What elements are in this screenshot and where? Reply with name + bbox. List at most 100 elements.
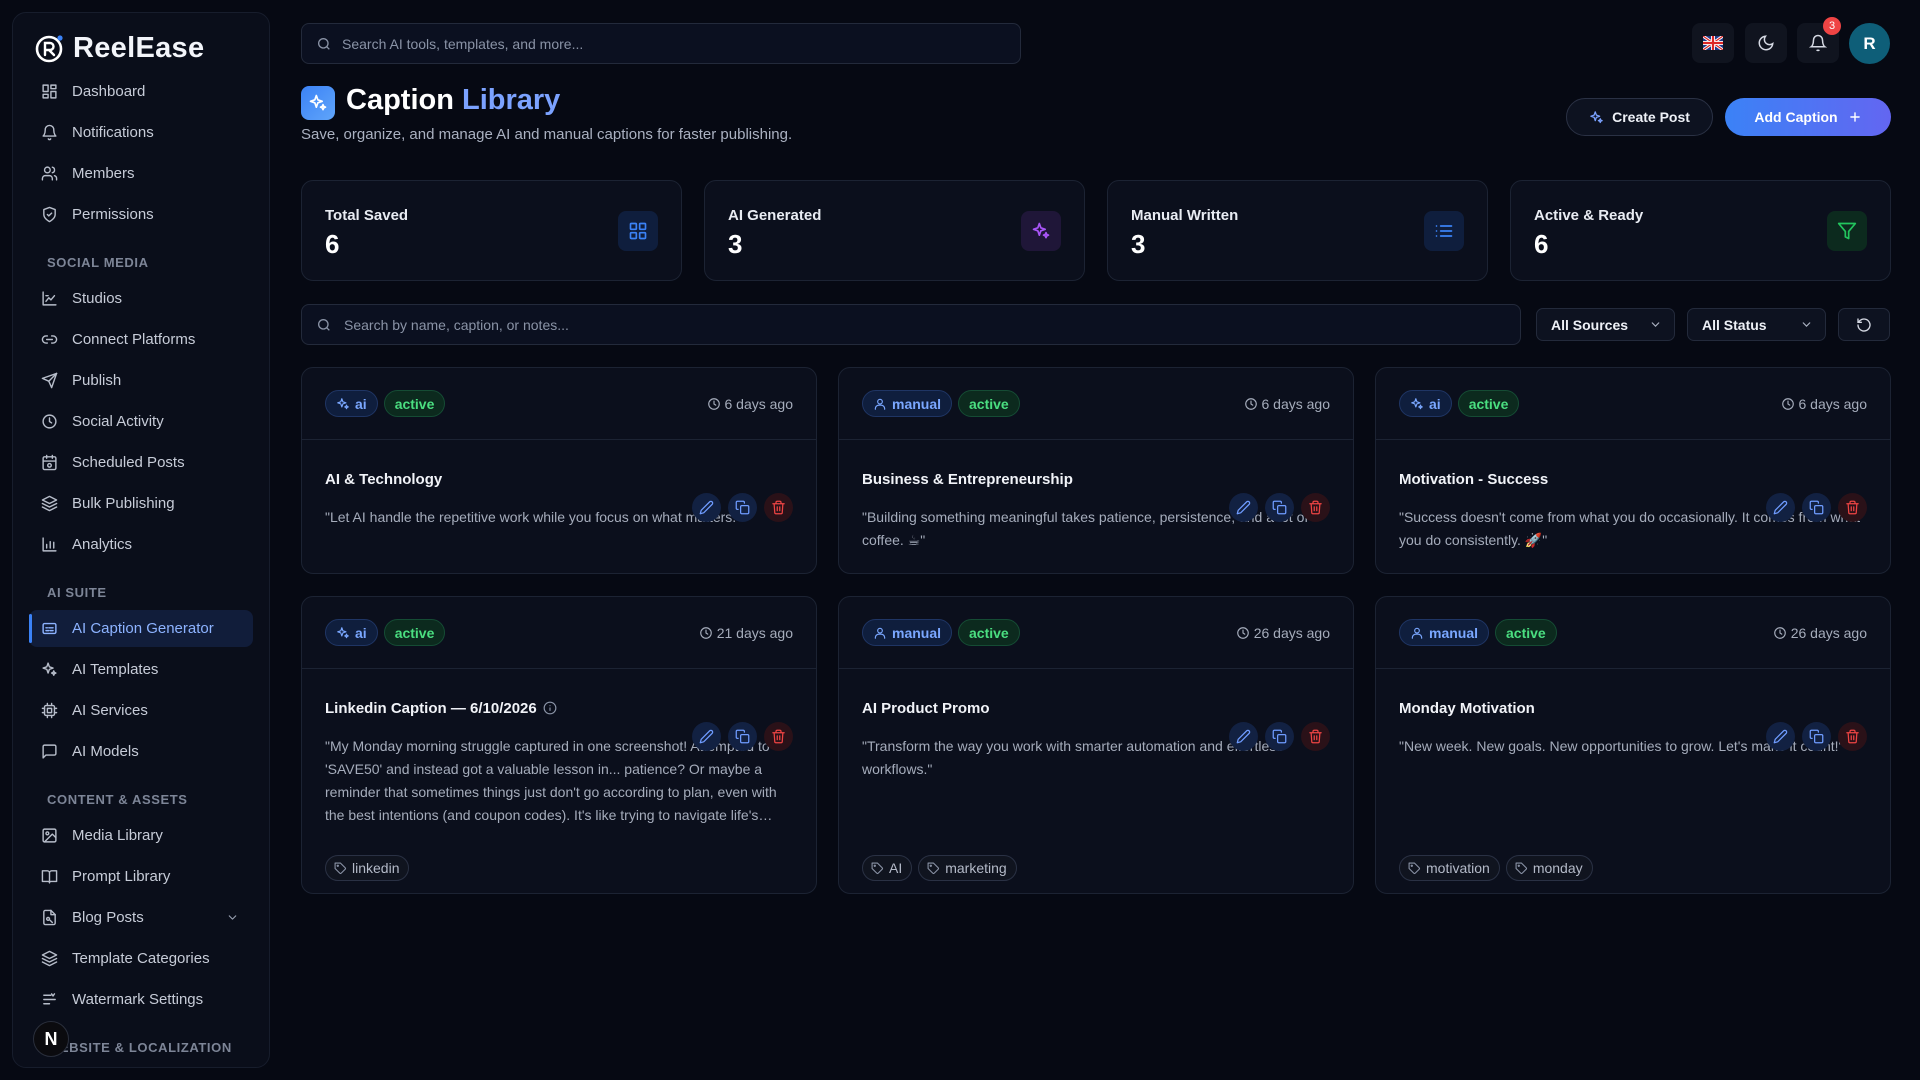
edit-button[interactable]: [1229, 493, 1258, 522]
studio-icon: [42, 291, 57, 306]
sidebar-item-ai-caption-generator[interactable]: AI Caption Generator: [29, 610, 253, 647]
copy-icon: [1272, 500, 1287, 515]
user-icon: [874, 627, 886, 639]
edit-button[interactable]: [1229, 722, 1258, 751]
global-search-input[interactable]: Search AI tools, templates, and more...: [301, 23, 1021, 64]
delete-button[interactable]: [1838, 722, 1867, 751]
sidebar-item-studios[interactable]: Studios: [29, 280, 253, 317]
create-post-button[interactable]: Create Post: [1566, 98, 1713, 136]
logo[interactable]: ReelEase: [13, 23, 269, 73]
copy-button[interactable]: [728, 722, 757, 751]
caption-title: Monday Motivation: [1399, 698, 1867, 718]
delete-button[interactable]: [1838, 493, 1867, 522]
status-badge: active: [1495, 619, 1557, 646]
sidebar-item-social-activity[interactable]: Social Activity: [29, 403, 253, 440]
pencil-icon: [699, 729, 714, 744]
caption-actions: [1222, 493, 1330, 522]
source-badge-label: manual: [1429, 624, 1479, 641]
delete-button[interactable]: [764, 722, 793, 751]
caption-search-input[interactable]: Search by name, caption, or notes...: [301, 304, 1521, 345]
sidebar-item-publish[interactable]: Publish: [29, 362, 253, 399]
source-badge: ai: [325, 619, 378, 646]
status-filter-value: All Status: [1702, 316, 1767, 333]
sidebar-item-notifications[interactable]: Notifications: [29, 114, 253, 151]
copy-button[interactable]: [1265, 493, 1294, 522]
sidebar-item-dashboard[interactable]: Dashboard: [29, 73, 253, 110]
sidebar-item-members[interactable]: Members: [29, 155, 253, 192]
moon-icon: [1758, 35, 1774, 51]
tag-icon: [1408, 862, 1420, 874]
caption-card[interactable]: manual active 26 days ago Monday Motivation…: [1375, 596, 1891, 894]
source-filter-select[interactable]: All Sources: [1536, 308, 1675, 341]
stat-label: AI Generated: [728, 207, 822, 224]
sidebar-item-permissions[interactable]: Permissions: [29, 196, 253, 233]
source-badge-label: manual: [892, 624, 942, 641]
sidebar-item-template-categories[interactable]: Template Categories: [29, 940, 253, 977]
sidebar-item-ai-services[interactable]: AI Services: [29, 692, 253, 729]
sparkles-icon: [1590, 110, 1603, 123]
caption-card[interactable]: ai active 21 days ago Linkedin Caption — 6/…: [301, 596, 817, 894]
refresh-button[interactable]: [1838, 308, 1890, 341]
sidebar-item-scheduled-posts[interactable]: Scheduled Posts: [29, 444, 253, 481]
clock-icon: [1244, 397, 1257, 410]
sidebar-item-watermark-settings[interactable]: Watermark Settings: [29, 981, 253, 1018]
tag-chip[interactable]: motivation: [1399, 855, 1500, 881]
tag-chip[interactable]: monday: [1505, 855, 1593, 881]
edit-button[interactable]: [1766, 493, 1795, 522]
trash-icon: [1846, 500, 1859, 515]
copy-button[interactable]: [1802, 722, 1831, 751]
caption-card[interactable]: ai active 6 days ago Motivation - Success "S…: [1375, 367, 1891, 574]
caption-timestamp: 26 days ago: [1236, 625, 1330, 641]
sidebar-item-bulk-publishing[interactable]: Bulk Publishing: [29, 485, 253, 522]
tag-label: marketing: [945, 860, 1007, 876]
filter-icon: [1837, 222, 1857, 240]
copy-button[interactable]: [1802, 493, 1831, 522]
stat-value: 3: [1131, 229, 1146, 259]
delete-button[interactable]: [1301, 722, 1330, 751]
clock-icon: [42, 414, 57, 429]
copy-button[interactable]: [1265, 722, 1294, 751]
theme-toggle-button[interactable]: [1745, 23, 1787, 63]
sidebar-item-connect-platforms[interactable]: Connect Platforms: [29, 321, 253, 358]
edit-button[interactable]: [692, 493, 721, 522]
copy-icon: [1809, 500, 1824, 515]
sidebar-item-analytics[interactable]: Analytics: [29, 526, 253, 563]
copy-button[interactable]: [728, 493, 757, 522]
book-icon: [41, 870, 58, 884]
caption-card[interactable]: manual active 26 days ago AI Product Promo "…: [838, 596, 1354, 894]
footer-badge[interactable]: N: [33, 1021, 69, 1057]
copy-icon: [735, 500, 750, 515]
caption-card-body: Monday Motivation "New week. New goals. N…: [1376, 698, 1890, 758]
stat-card-active-ready: Active & Ready 6: [1510, 180, 1891, 281]
notifications-button[interactable]: 3: [1797, 17, 1841, 63]
sidebar-item-blog-posts[interactable]: Blog Posts: [29, 899, 253, 936]
status-filter-select[interactable]: All Status: [1687, 308, 1826, 341]
add-caption-button[interactable]: Add Caption: [1725, 98, 1891, 136]
page-title: Caption Library: [346, 84, 560, 117]
caption-card[interactable]: ai active 6 days ago AI & Technology "Let AI…: [301, 367, 817, 574]
layers-icon: [41, 950, 58, 967]
sidebar-item-label: Watermark Settings: [72, 991, 204, 1008]
caption-title: AI Product Promo: [862, 698, 1330, 718]
tag-chip[interactable]: linkedin: [325, 855, 410, 881]
delete-button[interactable]: [1301, 493, 1330, 522]
sidebar-item-label: AI Models: [72, 743, 139, 760]
user-avatar[interactable]: R: [1849, 23, 1890, 64]
caption-card[interactable]: manual active 6 days ago Business & Entrepr…: [838, 367, 1354, 574]
sidebar-item-ai-models[interactable]: AI Models: [29, 733, 253, 770]
edit-button[interactable]: [692, 722, 721, 751]
sidebar-item-media-library[interactable]: Media Library: [29, 817, 253, 854]
sidebar-item-prompt-library[interactable]: Prompt Library: [29, 858, 253, 895]
clock-icon: [707, 397, 720, 410]
sidebar-item-label: Connect Platforms: [72, 331, 196, 348]
caption-card-body: Motivation - Success "Success doesn't com…: [1376, 469, 1890, 552]
language-button[interactable]: [1692, 23, 1734, 63]
sparkles-icon: [1411, 397, 1423, 409]
edit-button[interactable]: [1766, 722, 1795, 751]
stat-card-manual-written: Manual Written 3: [1107, 180, 1488, 281]
tag-chip[interactable]: AI: [862, 855, 913, 881]
sidebar-item-label: Blog Posts: [72, 909, 144, 926]
tag-chip[interactable]: marketing: [918, 855, 1017, 881]
sidebar-item-ai-templates[interactable]: AI Templates: [29, 651, 253, 688]
delete-button[interactable]: [764, 493, 793, 522]
